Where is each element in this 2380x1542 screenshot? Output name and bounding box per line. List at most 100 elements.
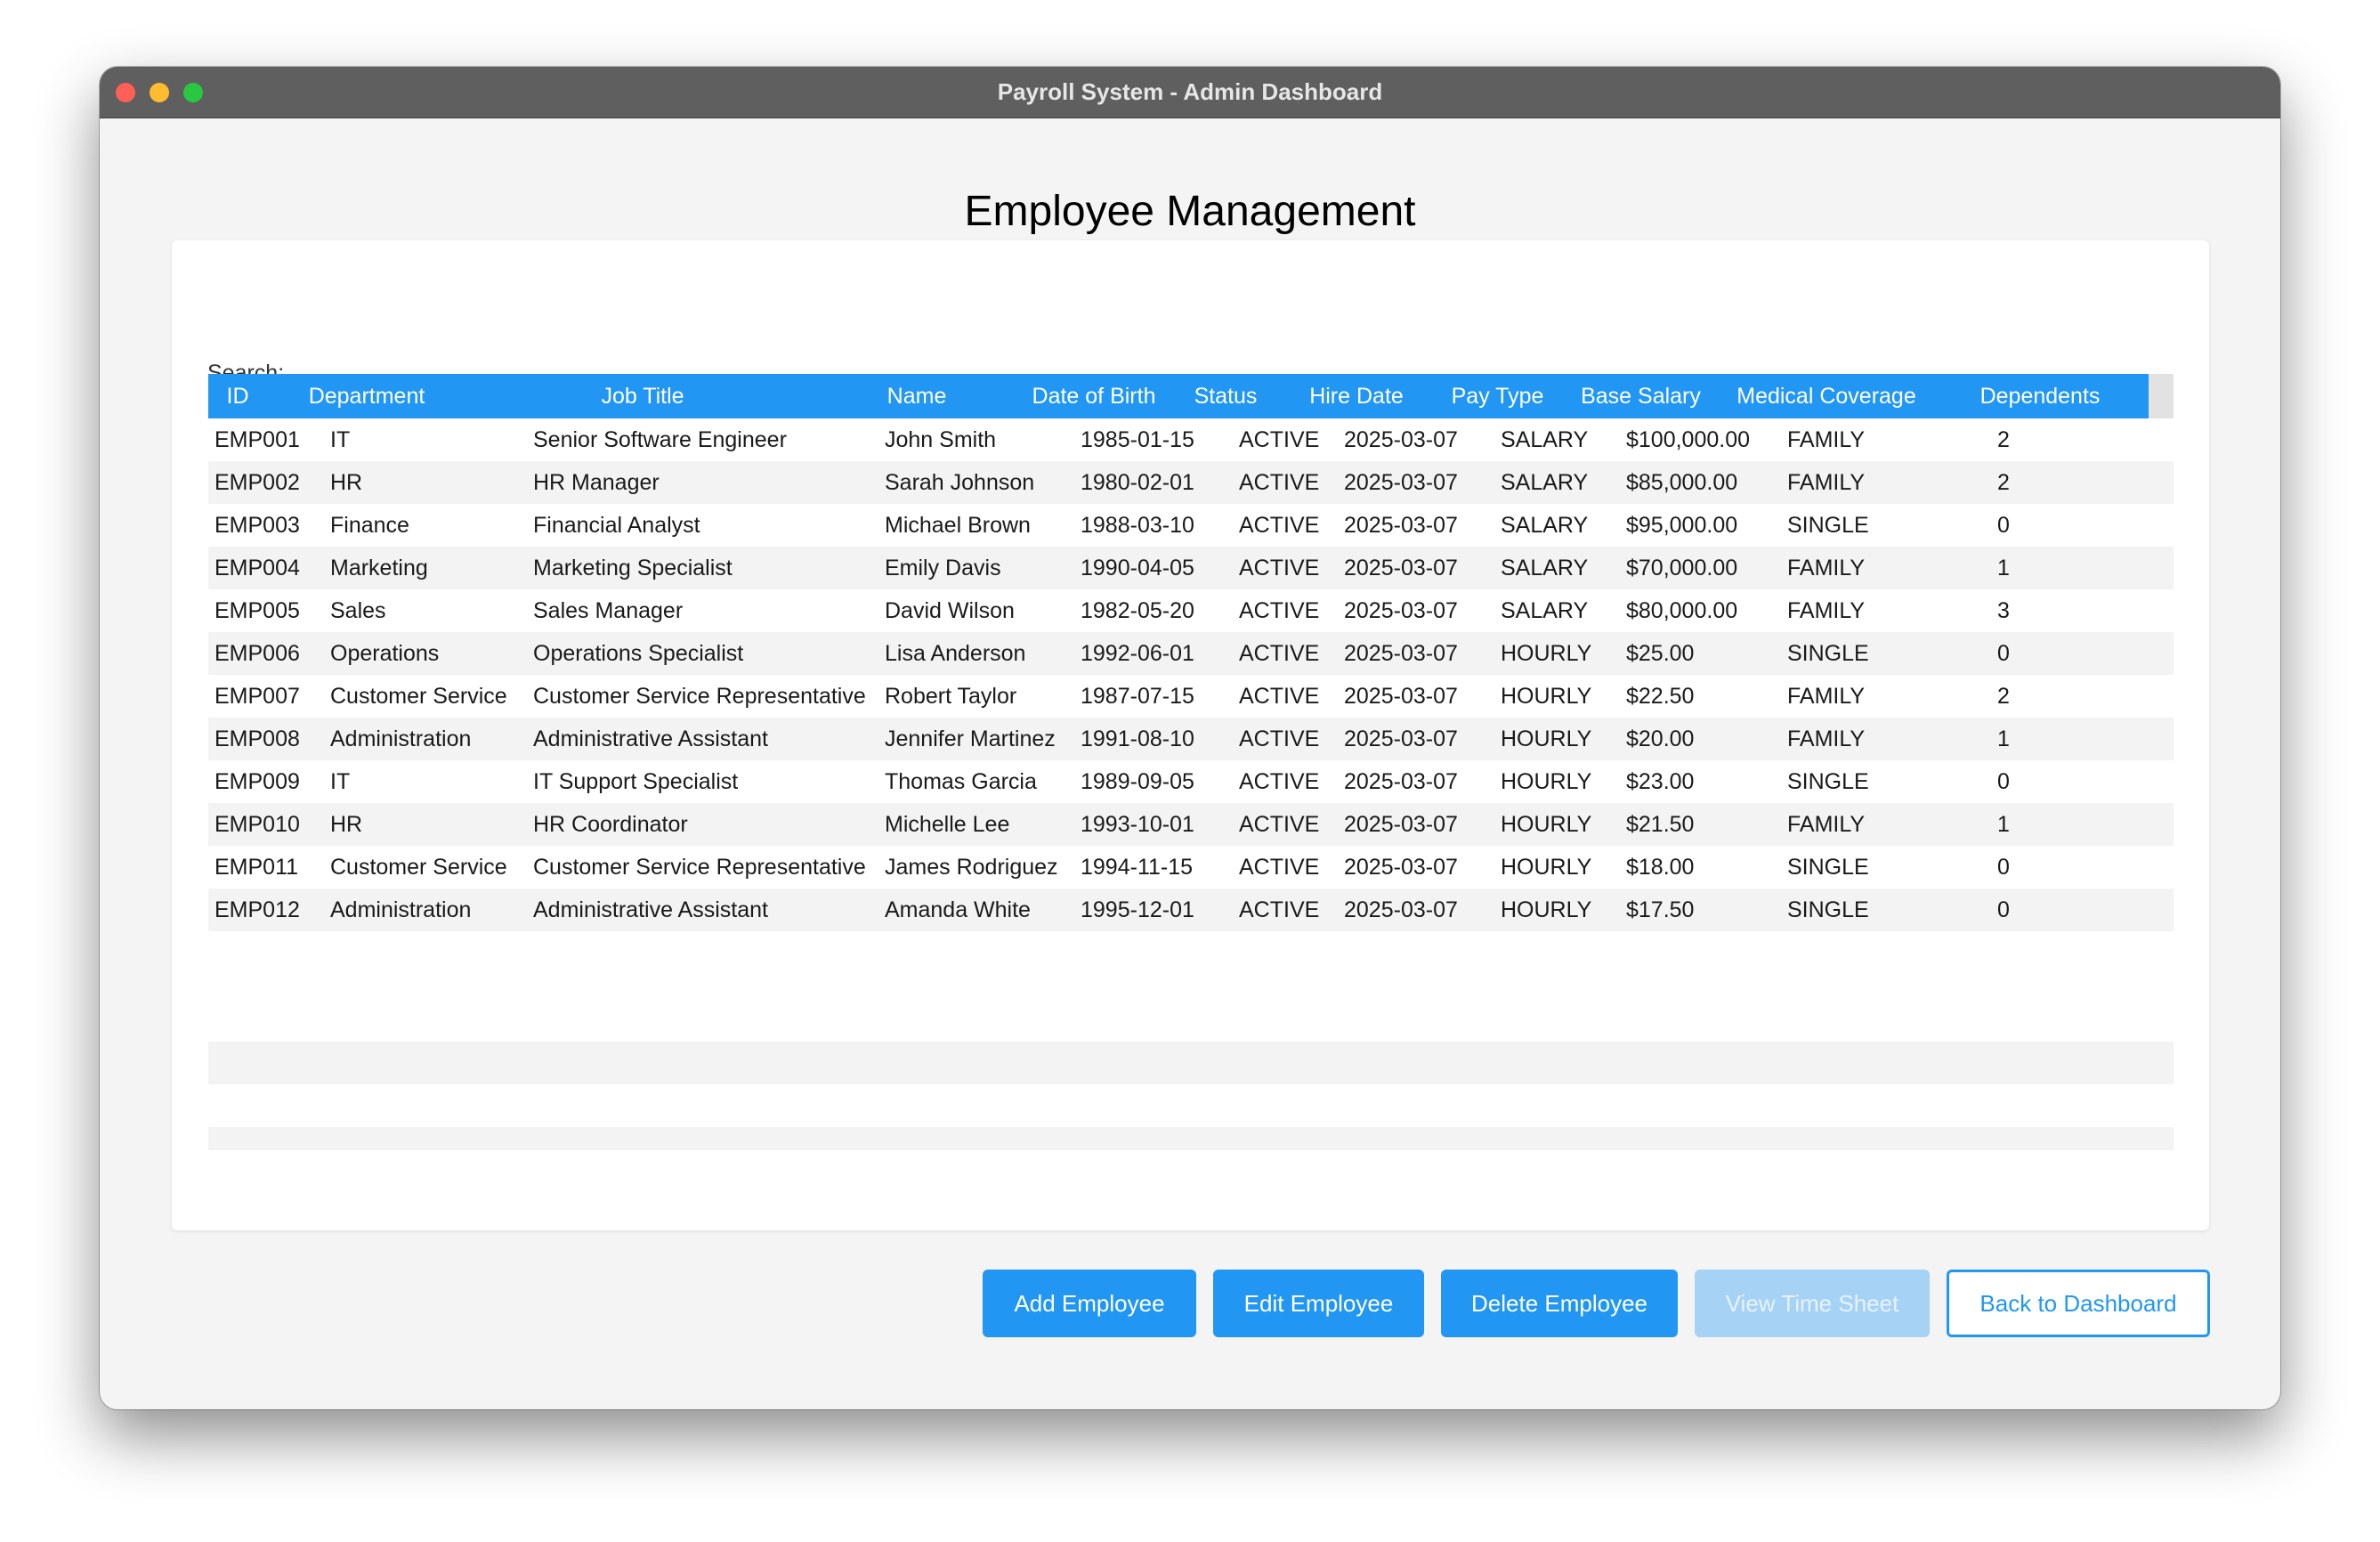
- edit-employee-button[interactable]: Edit Employee: [1213, 1270, 1424, 1337]
- column-header-name[interactable]: Name: [819, 374, 1015, 418]
- cell-base-salary: $100,000.00: [1626, 427, 1751, 452]
- cell-pay-type: SALARY: [1501, 598, 1589, 623]
- cell-hire-date: 2025-03-07: [1344, 812, 1458, 837]
- cell-id: EMP003: [215, 513, 300, 538]
- cell-id: EMP010: [215, 812, 300, 837]
- column-header-dependents[interactable]: Dependents: [1931, 374, 2149, 418]
- cell-name: Emily Davis: [885, 556, 1001, 580]
- cell-hire-date: 2025-03-07: [1344, 598, 1458, 623]
- cell-hire-date: 2025-03-07: [1344, 641, 1458, 666]
- column-header-medical-coverage[interactable]: Medical Coverage: [1721, 374, 1931, 418]
- table-row[interactable]: EMP011 Customer Service Customer Service R…: [208, 846, 2174, 889]
- table-row[interactable]: EMP002 HR HR Manager Sarah Johnson 1980-02-0…: [208, 461, 2174, 504]
- table-row[interactable]: EMP008 Administration Administrative Assis…: [208, 718, 2174, 760]
- column-header-job-title[interactable]: Job Title: [466, 374, 819, 418]
- cell-name: Robert Taylor: [885, 684, 1017, 709]
- cell-status: ACTIVE: [1239, 513, 1320, 538]
- delete-employee-button[interactable]: Delete Employee: [1441, 1270, 1678, 1337]
- cell-hire-date: 2025-03-07: [1344, 855, 1458, 880]
- table-row[interactable]: EMP005 Sales Sales Manager David Wilson 1982…: [208, 589, 2174, 632]
- cell-pay-type: HOURLY: [1501, 855, 1592, 880]
- cell-medical-coverage: FAMILY: [1787, 598, 1866, 623]
- cell-department: Administration: [330, 726, 472, 751]
- cell-job-title: Operations Specialist: [533, 641, 744, 666]
- cell-name: Michael Brown: [885, 513, 1031, 538]
- cell-job-title: Financial Analyst: [533, 513, 700, 538]
- cell-status: ACTIVE: [1239, 855, 1320, 880]
- column-header-pay-type[interactable]: Pay Type: [1435, 374, 1560, 418]
- column-header-base-salary[interactable]: Base Salary: [1560, 374, 1721, 418]
- cell-job-title: Customer Service Representative: [533, 855, 866, 880]
- cell-medical-coverage: FAMILY: [1787, 684, 1866, 709]
- cell-medical-coverage: SINGLE: [1787, 855, 1869, 880]
- cell-department: Marketing: [330, 556, 428, 580]
- cell-date-of-birth: 1985-01-15: [1081, 427, 1194, 452]
- column-header-department[interactable]: Department: [267, 374, 466, 418]
- cell-pay-type: HOURLY: [1501, 769, 1592, 794]
- cell-medical-coverage: SINGLE: [1787, 769, 1869, 794]
- cell-job-title: Senior Software Engineer: [533, 427, 787, 452]
- app-window: Payroll System - Admin Dashboard Employe…: [100, 67, 2280, 1409]
- table-row[interactable]: EMP007 Customer Service Customer Service R…: [208, 675, 2174, 718]
- table-row[interactable]: EMP004 Marketing Marketing Specialist Emily…: [208, 547, 2174, 589]
- cell-status: ACTIVE: [1239, 470, 1320, 495]
- cell-pay-type: HOURLY: [1501, 897, 1592, 922]
- title-bar: Payroll System - Admin Dashboard: [100, 67, 2280, 118]
- cell-dependents: 0: [1997, 641, 2010, 666]
- cell-base-salary: $22.50: [1626, 684, 1695, 709]
- column-header-id[interactable]: ID: [208, 374, 267, 418]
- cell-status: ACTIVE: [1239, 598, 1320, 623]
- cell-pay-type: SALARY: [1501, 556, 1589, 580]
- cell-date-of-birth: 1992-06-01: [1081, 641, 1194, 666]
- cell-dependents: 2: [1997, 470, 2010, 495]
- cell-hire-date: 2025-03-07: [1344, 556, 1458, 580]
- table-row[interactable]: EMP006 Operations Operations Specialist Lis…: [208, 632, 2174, 675]
- cell-id: EMP002: [215, 470, 300, 495]
- cell-id: EMP012: [215, 897, 300, 922]
- cell-date-of-birth: 1980-02-01: [1081, 470, 1194, 495]
- back-to-dashboard-button[interactable]: Back to Dashboard: [1947, 1270, 2210, 1337]
- view-time-sheet-button[interactable]: View Time Sheet: [1695, 1270, 1930, 1337]
- cell-department: Sales: [330, 598, 386, 623]
- cell-medical-coverage: SINGLE: [1787, 897, 1869, 922]
- cell-status: ACTIVE: [1239, 556, 1320, 580]
- cell-medical-coverage: SINGLE: [1787, 513, 1869, 538]
- table-row[interactable]: EMP012 Administration Administrative Assis…: [208, 889, 2174, 931]
- cell-department: Administration: [330, 897, 472, 922]
- cell-dependents: 1: [1997, 726, 2010, 751]
- cell-id: EMP005: [215, 598, 300, 623]
- table-row[interactable]: EMP009 IT IT Support Specialist Thomas Garc…: [208, 760, 2174, 803]
- cell-department: HR: [330, 812, 363, 837]
- column-header-date-of-birth[interactable]: Date of Birth: [1015, 374, 1173, 418]
- cell-name: David Wilson: [885, 598, 1015, 623]
- cell-dependents: 2: [1997, 427, 2010, 452]
- cell-status: ACTIVE: [1239, 427, 1320, 452]
- cell-dependents: 3: [1997, 598, 2010, 623]
- employee-table-card: Search: ID Department Job Title Name Dat…: [172, 240, 2209, 1230]
- cell-date-of-birth: 1995-12-01: [1081, 897, 1194, 922]
- cell-status: ACTIVE: [1239, 684, 1320, 709]
- cell-job-title: HR Manager: [533, 470, 660, 495]
- cell-hire-date: 2025-03-07: [1344, 427, 1458, 452]
- cell-id: EMP004: [215, 556, 300, 580]
- cell-name: James Rodriguez: [885, 855, 1058, 880]
- cell-dependents: 1: [1997, 556, 2010, 580]
- cell-medical-coverage: FAMILY: [1787, 427, 1866, 452]
- cell-job-title: Administrative Assistant: [533, 897, 768, 922]
- cell-name: Michelle Lee: [885, 812, 1010, 837]
- table-row[interactable]: EMP010 HR HR Coordinator Michelle Lee 1993-1…: [208, 803, 2174, 846]
- add-employee-button[interactable]: Add Employee: [983, 1270, 1196, 1337]
- cell-base-salary: $70,000.00: [1626, 556, 1738, 580]
- cell-job-title: Marketing Specialist: [533, 556, 733, 580]
- cell-pay-type: SALARY: [1501, 470, 1589, 495]
- cell-base-salary: $95,000.00: [1626, 513, 1738, 538]
- table-row[interactable]: EMP003 Finance Financial Analyst Michael Br…: [208, 504, 2174, 547]
- cell-date-of-birth: 1990-04-05: [1081, 556, 1194, 580]
- column-header-status[interactable]: Status: [1173, 374, 1278, 418]
- cell-pay-type: HOURLY: [1501, 684, 1592, 709]
- cell-pay-type: HOURLY: [1501, 726, 1592, 751]
- table-row[interactable]: EMP001 IT Senior Software Engineer John Smi…: [208, 418, 2174, 461]
- column-header-hire-date[interactable]: Hire Date: [1278, 374, 1435, 418]
- cell-job-title: Sales Manager: [533, 598, 684, 623]
- cell-hire-date: 2025-03-07: [1344, 513, 1458, 538]
